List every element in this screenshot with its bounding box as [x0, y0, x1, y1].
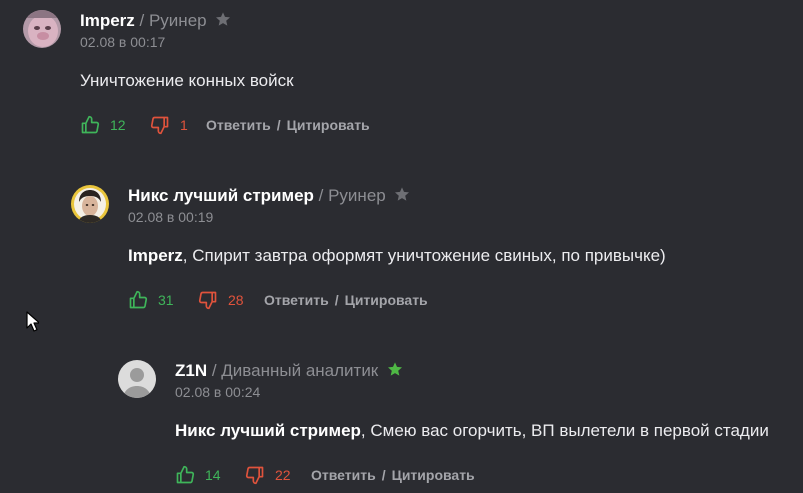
thumbs-down-icon [198, 291, 217, 310]
star-icon [387, 361, 403, 383]
thumbs-down-icon [245, 466, 264, 485]
comment-text: Imperz, Спирит завтра оформят уничтожени… [128, 246, 666, 266]
dislike-button[interactable]: 28 [198, 290, 264, 310]
comment-text: Никс лучший стример, Смею вас огорчить, … [175, 421, 769, 441]
dislike-count: 1 [180, 117, 188, 133]
username[interactable]: Никс лучший стример [128, 186, 314, 205]
comment-actions: 12 1 Ответить / Цитировать [80, 114, 370, 136]
star-icon [394, 186, 410, 208]
avatar[interactable] [71, 185, 109, 223]
reply-link[interactable]: Ответить [311, 467, 376, 483]
like-count: 31 [158, 292, 174, 308]
like-button[interactable]: 12 [80, 115, 150, 135]
comment: Imperz / Руинер 02.08 в 00:17 Уничтожени… [23, 10, 783, 140]
user-role: Руинер [328, 186, 386, 205]
reply-link[interactable]: Ответить [206, 117, 271, 133]
dislike-button[interactable]: 22 [245, 465, 311, 485]
thumbs-up-icon [129, 290, 148, 309]
quote-link[interactable]: Цитировать [287, 117, 370, 133]
dislike-button[interactable]: 1 [150, 115, 206, 135]
dislike-count: 22 [275, 467, 291, 483]
comment-text: Уничтожение конных войск [80, 71, 294, 91]
thumbs-down-icon [150, 116, 169, 135]
comment-body: Уничтожение конных войск [80, 71, 294, 90]
reply-link[interactable]: Ответить [264, 292, 329, 308]
role-separator: / [207, 361, 222, 380]
comment: Z1N / Диванный аналитик 02.08 в 00:24 Ни… [118, 360, 798, 490]
user-role: Диванный аналитик [221, 361, 379, 380]
mention[interactable]: Imperz [128, 246, 183, 265]
comment: Никс лучший стример / Руинер 02.08 в 00:… [71, 185, 791, 315]
mouse-cursor-icon [26, 311, 41, 337]
quote-link[interactable]: Цитировать [392, 467, 475, 483]
avatar[interactable] [23, 10, 61, 48]
user-avatar-image [71, 185, 109, 223]
like-button[interactable]: 14 [175, 465, 245, 485]
like-count: 12 [110, 117, 126, 133]
user-avatar-image [23, 10, 61, 48]
comment-date: 02.08 в 00:19 [128, 209, 214, 225]
role-separator: / [134, 11, 149, 30]
action-separator: / [334, 292, 339, 308]
default-avatar-icon [118, 360, 156, 398]
quote-link[interactable]: Цитировать [345, 292, 428, 308]
action-separator: / [381, 467, 386, 483]
dislike-count: 28 [228, 292, 244, 308]
role-separator: / [313, 186, 329, 205]
avatar[interactable] [118, 360, 156, 398]
username[interactable]: Z1N [175, 361, 207, 380]
comment-date: 02.08 в 00:24 [175, 384, 261, 400]
user-role: Руинер [148, 11, 207, 30]
comment-header: Никс лучший стример / Руинер [128, 185, 410, 208]
comment-body: , Смею вас огорчить, ВП вылетели в перво… [360, 421, 769, 440]
action-separator: / [276, 117, 281, 133]
comment-body: , Спирит завтра оформят уничтожение свин… [182, 246, 666, 265]
thumbs-up-icon [81, 115, 100, 134]
like-count: 14 [205, 467, 221, 483]
username[interactable]: Imperz [80, 11, 135, 30]
comment-date: 02.08 в 00:17 [80, 34, 166, 50]
mention[interactable]: Никс лучший стример [175, 421, 361, 440]
comment-header: Z1N / Диванный аналитик [175, 360, 403, 383]
thumbs-up-icon [176, 465, 195, 484]
star-icon [215, 11, 231, 33]
like-button[interactable]: 31 [128, 290, 198, 310]
comment-actions: 14 22 Ответить / Цитировать [175, 464, 475, 486]
comment-header: Imperz / Руинер [80, 10, 231, 33]
comment-actions: 31 28 Ответить / Цитировать [128, 289, 428, 311]
